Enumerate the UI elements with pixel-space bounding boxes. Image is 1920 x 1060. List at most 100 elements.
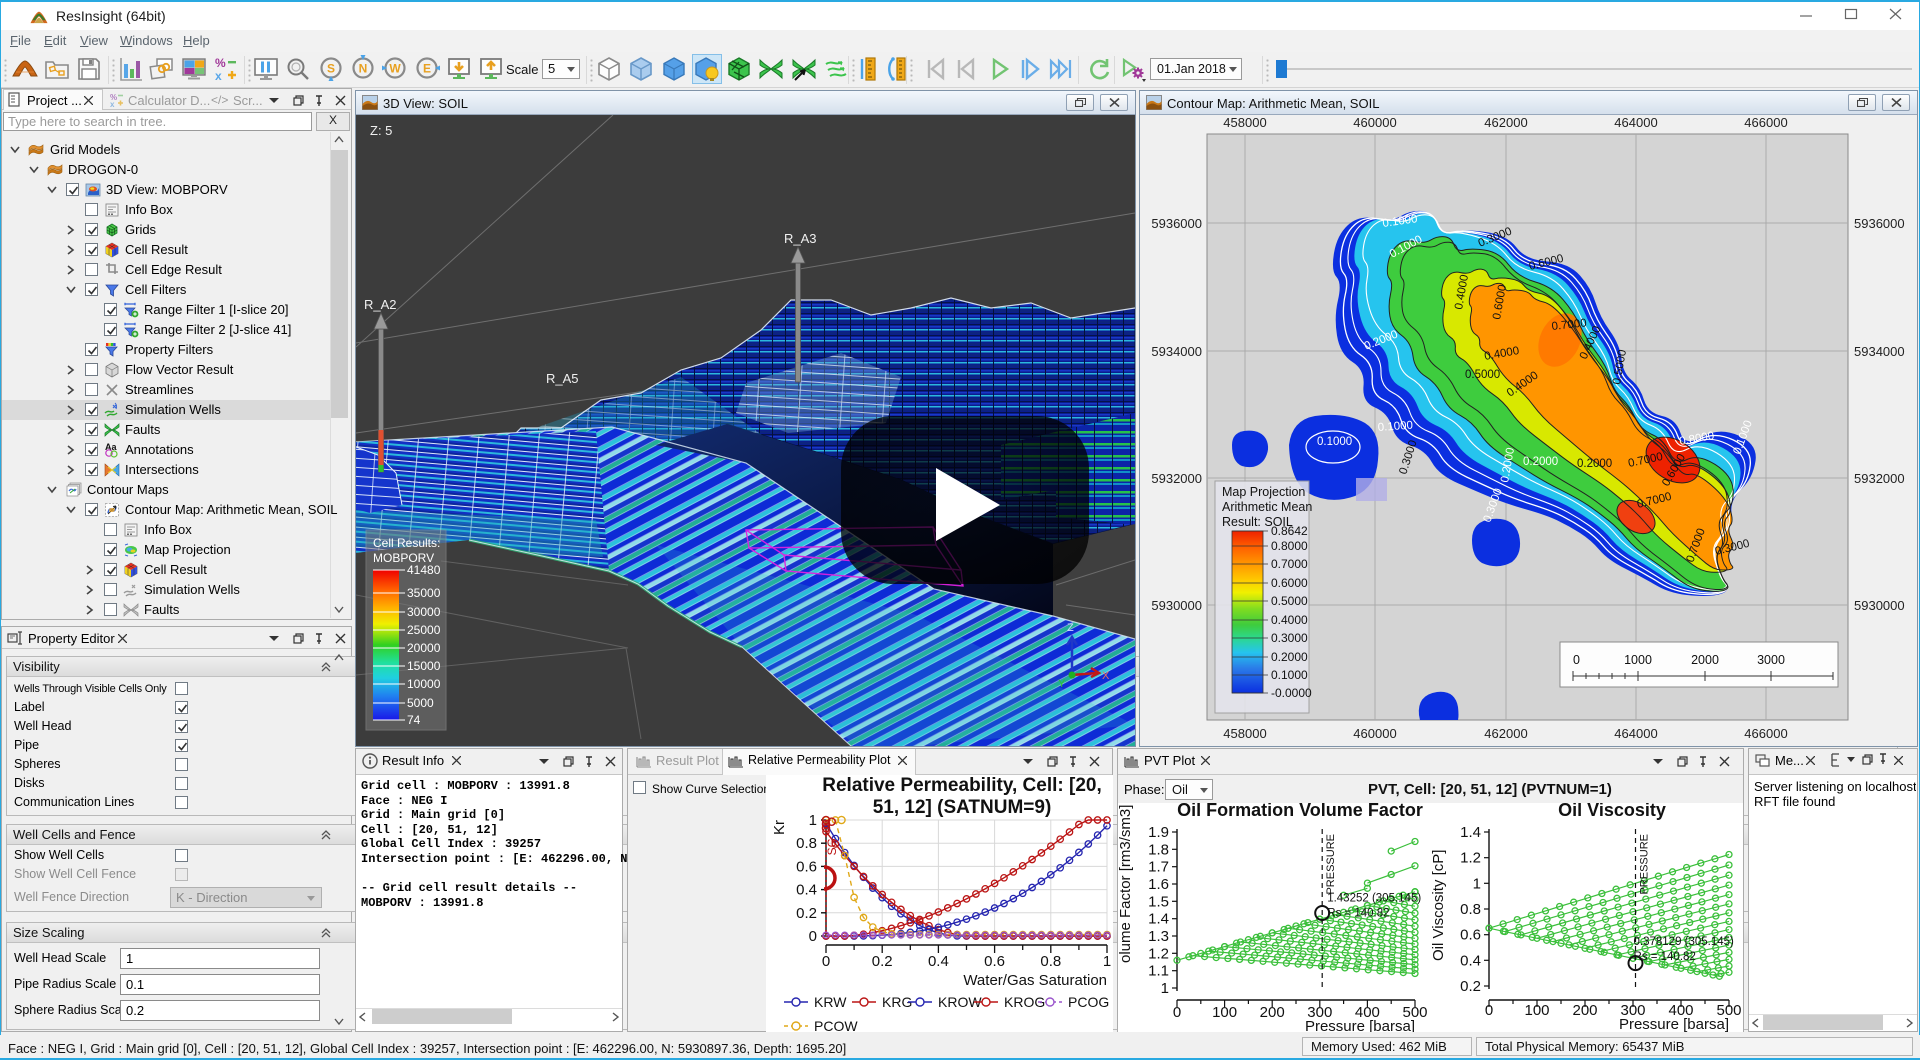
svg-text:74: 74 [407,713,421,727]
svg-text:0.4: 0.4 [928,953,949,970]
svg-text:Water/Gas Saturation: Water/Gas Saturation [963,972,1107,989]
svg-text:1000: 1000 [1624,653,1652,667]
svg-text:Oil Formation Volume Factor: Oil Formation Volume Factor [1177,803,1423,820]
svg-text:0.4: 0.4 [1460,952,1481,969]
svg-text:460000: 460000 [1353,726,1396,741]
svg-text:R_A5: R_A5 [546,371,579,386]
svg-text:1.5: 1.5 [1148,893,1169,910]
svg-text:0.6: 0.6 [1460,927,1481,944]
svg-text:5934000: 5934000 [1854,344,1905,359]
svg-text:1: 1 [1161,980,1169,997]
svg-text:35000: 35000 [407,586,441,600]
svg-text:1.6: 1.6 [1148,876,1169,893]
svg-text:Pressure [barsa]: Pressure [barsa] [1619,1016,1729,1032]
svg-text:0.8: 0.8 [1040,953,1061,970]
svg-text:1.2: 1.2 [1460,850,1481,867]
svg-text:200: 200 [1260,1004,1285,1021]
svg-text:0.378129 (305.145): 0.378129 (305.145) [1634,936,1735,948]
svg-text:458000: 458000 [1223,115,1266,130]
svg-text:30000: 30000 [407,605,441,619]
svg-text:1.3: 1.3 [1148,928,1169,945]
svg-text:458000: 458000 [1223,726,1266,741]
svg-text:462000: 462000 [1484,726,1527,741]
svg-text:460000: 460000 [1353,115,1396,130]
svg-text:KRG: KRG [882,994,912,1010]
svg-text:1.7: 1.7 [1148,859,1169,876]
svg-text:1.9: 1.9 [1148,824,1169,841]
svg-text:5932000: 5932000 [1151,471,1202,486]
svg-text:0.2: 0.2 [796,905,817,922]
svg-text:Z: Z [1067,622,1074,634]
svg-text:0.4: 0.4 [796,882,817,899]
svg-text:PRESSURE: PRESSURE [1639,834,1651,895]
svg-text:25000: 25000 [407,623,441,637]
svg-text:0.1000: 0.1000 [1377,420,1413,434]
svg-text:Oil Viscosity: Oil Viscosity [1558,803,1666,820]
svg-text:1: 1 [1473,875,1481,892]
svg-text:Oil Viscosity [cP]: Oil Viscosity [cP] [1430,850,1447,961]
svg-text:0: 0 [1173,1004,1181,1021]
svg-text:5930000: 5930000 [1854,598,1905,613]
svg-text:0.3000: 0.3000 [1271,631,1308,645]
svg-text:1.4: 1.4 [1148,911,1169,928]
svg-text:Kr: Kr [771,820,788,835]
svg-text:PCOW: PCOW [814,1018,858,1032]
svg-text:Cell Results:: Cell Results: [373,536,440,550]
svg-text:464000: 464000 [1614,726,1657,741]
svg-text:0.5000: 0.5000 [1465,369,1500,381]
svg-text:15000: 15000 [407,659,441,673]
svg-text:5000: 5000 [407,696,434,710]
svg-text:5934000: 5934000 [1151,344,1202,359]
svg-text:5936000: 5936000 [1151,216,1202,231]
svg-text:Pressure [barsa]: Pressure [barsa] [1305,1018,1415,1032]
svg-text:41480: 41480 [407,563,441,577]
svg-text:0: 0 [822,953,830,970]
svg-text:0.1000: 0.1000 [1271,668,1308,682]
svg-text:x: x [110,100,115,107]
svg-text:100: 100 [1524,1002,1549,1019]
svg-text:5930000: 5930000 [1151,598,1202,613]
svg-text:0: 0 [1573,653,1580,667]
svg-text:X: X [1102,670,1110,682]
svg-text:0.7000: 0.7000 [1271,557,1308,571]
svg-text:0.6: 0.6 [984,953,1005,970]
svg-text:5936000: 5936000 [1854,216,1905,231]
svg-text:0.2000: 0.2000 [1577,458,1612,470]
svg-text:0: 0 [809,928,817,945]
svg-text:0: 0 [1485,1002,1493,1019]
svg-text:Arithmetic Mean: Arithmetic Mean [1222,500,1312,514]
svg-text:1: 1 [1103,953,1111,970]
svg-text:1.8: 1.8 [1148,841,1169,858]
svg-text:0.8: 0.8 [796,835,817,852]
svg-text:PRESSURE: PRESSURE [1325,834,1337,895]
svg-text:20000: 20000 [407,641,441,655]
svg-text:0.8: 0.8 [1460,901,1481,918]
svg-text:0.2: 0.2 [872,953,893,970]
svg-text:Y: Y [1058,678,1066,690]
svg-text:1.4: 1.4 [1460,824,1481,841]
svg-text:0.8642: 0.8642 [1271,524,1308,538]
svg-text:462000: 462000 [1484,115,1527,130]
svg-text:0.5000: 0.5000 [1271,594,1308,608]
svg-text:PCOG: PCOG [1068,994,1109,1010]
svg-text:100: 100 [1212,1004,1237,1021]
svg-text:464000: 464000 [1614,115,1657,130]
svg-text:0.6000: 0.6000 [1271,576,1308,590]
svg-text:1.1: 1.1 [1148,963,1169,980]
svg-text:200: 200 [1572,1002,1597,1019]
svg-text:0.8000: 0.8000 [1271,539,1308,553]
svg-text:0.4000: 0.4000 [1271,613,1308,627]
svg-text:1.43252 (305.145): 1.43252 (305.145) [1327,892,1421,904]
svg-text:5932000: 5932000 [1854,471,1905,486]
svg-text:-0.0000: -0.0000 [1271,686,1312,700]
svg-text:1: 1 [809,812,817,829]
svg-text:Rs = 140.82: Rs = 140.82 [1327,907,1389,919]
svg-text:olume Factor [rm3/sm3]: olume Factor [rm3/sm3] [1118,805,1134,963]
svg-text:0.2000: 0.2000 [1271,650,1308,664]
svg-text:466000: 466000 [1744,115,1787,130]
svg-text:51, 12] (SATNUM=9): 51, 12] (SATNUM=9) [873,797,1052,818]
svg-text:10000: 10000 [407,677,441,691]
svg-text:Relative Permeability, Cell: [: Relative Permeability, Cell: [20, [822,775,1102,796]
svg-text:R_A3: R_A3 [784,231,817,246]
svg-text:0.2: 0.2 [1460,978,1481,995]
